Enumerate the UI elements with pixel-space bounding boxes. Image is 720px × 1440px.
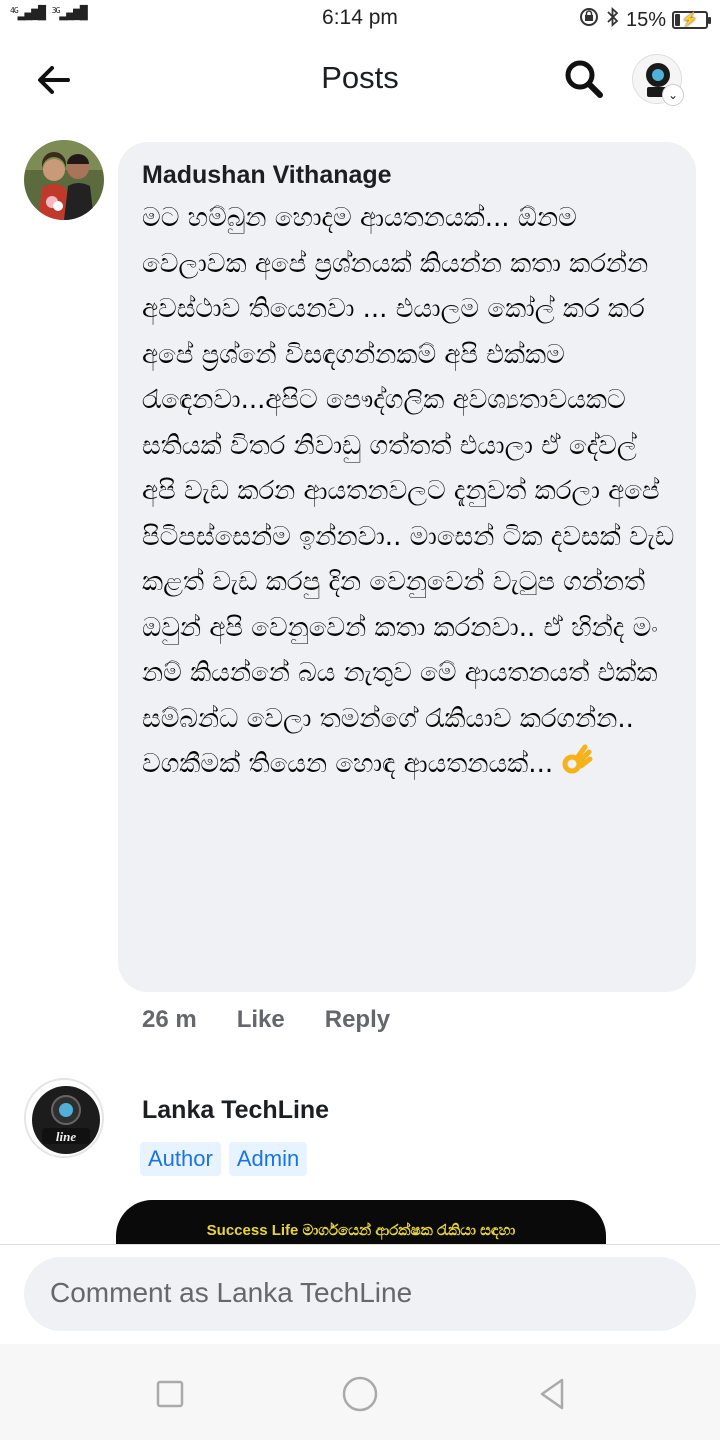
comment-body: මට හම්බුන හොදම ආයතනයක්... ඕනම වෙලාවක අපේ… — [142, 203, 675, 779]
system-nav-bar — [0, 1344, 720, 1440]
reply-author-name[interactable]: Lanka TechLine — [142, 1096, 329, 1125]
status-bar: 4G▂▄▆█ 3G▂▄▆█ 6:14 pm 15% ⚡ — [0, 0, 720, 38]
ok-hand-emoji-icon — [559, 744, 593, 794]
status-icons: 15% ⚡ — [578, 6, 711, 34]
comment-author-avatar[interactable] — [24, 140, 104, 220]
author-badge: Author — [140, 1142, 221, 1176]
bluetooth-icon — [606, 6, 620, 34]
search-button[interactable] — [556, 56, 612, 106]
battery-icon: ⚡ — [672, 11, 711, 29]
comment-input[interactable]: Comment as Lanka TechLine — [24, 1257, 696, 1331]
comment-author-name[interactable]: Madushan Vithanage — [142, 160, 676, 190]
comment-text: මට හම්බුන හොදම ආයතනයක්... ඕනම වෙලාවක අපේ… — [142, 196, 676, 794]
admin-badge: Admin — [228, 1142, 308, 1176]
triangle-back-icon — [540, 1378, 564, 1410]
recents-button[interactable] — [150, 1374, 190, 1414]
square-icon — [156, 1380, 184, 1408]
page-title: Posts — [321, 60, 399, 95]
like-button[interactable]: Like — [237, 1006, 285, 1034]
comment-input-placeholder: Comment as Lanka TechLine — [50, 1277, 413, 1308]
profile-photo — [24, 140, 104, 220]
charging-icon: ⚡ — [681, 11, 699, 27]
composer-area: Comment as Lanka TechLine — [0, 1244, 720, 1344]
reply-author-avatar[interactable]: line — [24, 1078, 104, 1158]
back-nav-button[interactable] — [532, 1374, 572, 1414]
banner-caption: Success Life මාර්ගයෙන් ආරක්ෂක රැකියා සඳහ… — [206, 1222, 516, 1239]
home-button[interactable] — [340, 1374, 380, 1414]
location-lock-icon — [578, 6, 600, 34]
search-icon — [565, 60, 603, 98]
chevron-down-icon[interactable]: ⌄ — [662, 84, 684, 106]
circle-icon — [342, 1376, 378, 1412]
comment-timestamp: 26 m — [142, 1006, 197, 1033]
comment-bubble: Madushan Vithanage මට හම්බුන හොදම ආයතනයක… — [118, 142, 696, 992]
top-app-bar: Posts ⌄ — [0, 40, 720, 124]
reply-button[interactable]: Reply — [325, 1006, 390, 1034]
author-badges: Author Admin — [140, 1142, 308, 1176]
logo-text: line — [56, 1129, 76, 1144]
comment-actions: 26 m Like Reply — [142, 1006, 390, 1034]
lanka-techline-logo: line — [32, 1086, 100, 1154]
battery-percent: 15% — [625, 8, 666, 31]
